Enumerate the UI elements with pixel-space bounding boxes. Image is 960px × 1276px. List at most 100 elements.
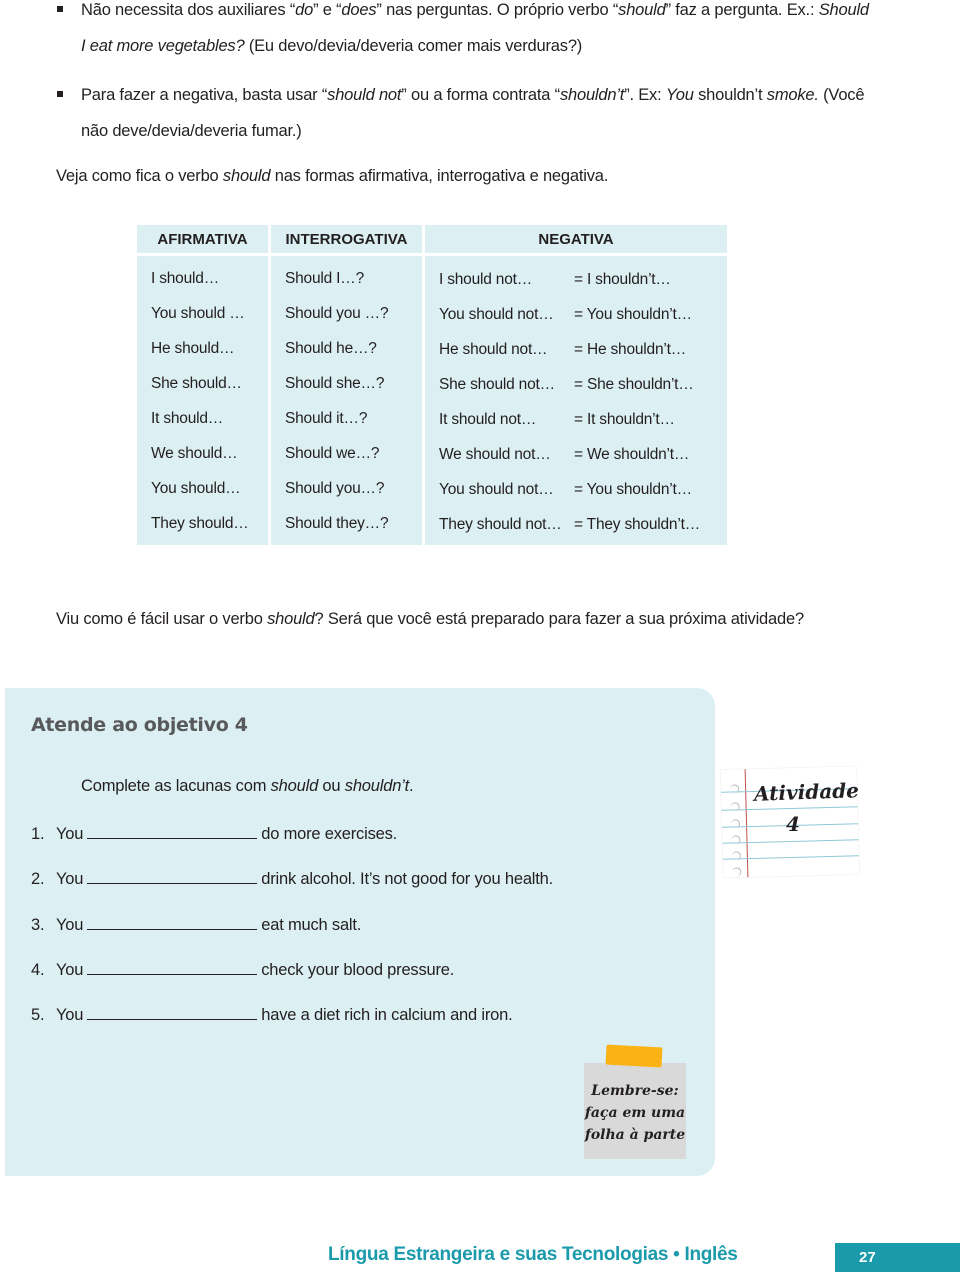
- cell-afirmativa: She should…: [151, 375, 242, 392]
- italic-text-run: smoke.: [766, 86, 819, 104]
- cell-afirmativa: We should…: [151, 445, 238, 462]
- italic-text-run: should: [267, 610, 315, 628]
- answer-blank[interactable]: [87, 822, 258, 839]
- exercise-item: 5. You have a diet rich in calcium and iro…: [31, 1003, 513, 1025]
- exercise-sentence-rest: do more exercises.: [261, 825, 398, 843]
- cell-negativa-contracted: = She shouldn’t…: [574, 376, 694, 393]
- bullet-icon: [57, 6, 63, 12]
- activity-badge-number: 4: [786, 812, 800, 836]
- cell-interrogativa: Should he…?: [285, 340, 377, 357]
- text-run: ” e “: [313, 1, 342, 19]
- cell-negativa: She should not…: [439, 376, 555, 393]
- cell-negativa-contracted: = He shouldn’t…: [574, 341, 687, 358]
- cell-afirmativa: They should…: [151, 515, 249, 532]
- bullet-1-line-2: I eat more vegetables? (Eu devo/devia/de…: [81, 36, 582, 56]
- reminder-text: Lembre-se: faça em uma folha à parte: [584, 1080, 686, 1146]
- exercise-number: 4.: [31, 961, 45, 979]
- activity-badge-title: Atividade: [753, 778, 860, 806]
- answer-blank[interactable]: [87, 913, 258, 930]
- cell-negativa: You should not…: [439, 306, 554, 323]
- exercise-subject: You: [56, 916, 84, 934]
- answer-blank[interactable]: [87, 1003, 258, 1020]
- italic-text-run: should: [618, 1, 666, 19]
- notebook-rule: [722, 855, 859, 860]
- page-number: 27: [859, 1249, 876, 1266]
- notebook-rule: [721, 806, 858, 811]
- italic-text-run: shouldn’t: [559, 86, 625, 104]
- cell-negativa-contracted: = You shouldn’t…: [574, 306, 692, 323]
- exercise-subject: You: [56, 961, 84, 979]
- cell-interrogativa: Should they…?: [285, 515, 389, 532]
- text-run: Para fazer a negativa, basta usar “: [81, 86, 328, 104]
- italic-text-run: Should: [818, 1, 869, 19]
- exercise-sentence-rest: drink alcohol. It’s not good for you hea…: [261, 870, 554, 888]
- exercise-item: 3. You eat much salt.: [31, 913, 361, 935]
- cell-negativa: We should not…: [439, 446, 551, 463]
- footer-subject: Língua Estrangeira e suas Tecnologias • …: [328, 1244, 738, 1265]
- exercise-item: 4. You check your blood pressure.: [31, 958, 454, 980]
- text-run: ” nas perguntas. O próprio verbo “: [376, 1, 619, 19]
- cell-negativa-contracted: = We shouldn’t…: [574, 446, 690, 463]
- italic-text-run: should: [222, 167, 271, 185]
- italic-text-run: does: [341, 1, 377, 19]
- text-run: ” ou a forma contrata “: [401, 86, 560, 104]
- text-run: ”. Ex:: [624, 86, 666, 104]
- text-run: ” faz a pergunta. Ex.:: [665, 1, 819, 19]
- exercise-number: 2.: [31, 870, 45, 888]
- reminder-line: Lembre-se:: [591, 1083, 679, 1099]
- cell-interrogativa: Should we…?: [285, 445, 380, 462]
- column-divider: [422, 225, 425, 545]
- header-divider: [137, 253, 727, 256]
- italic-text-run: I eat more vegetables?: [81, 37, 245, 55]
- cell-interrogativa: Should it…?: [285, 410, 368, 427]
- activity-title: Atende ao objetivo 4: [31, 714, 248, 736]
- exercise-sentence-rest: eat much salt.: [261, 916, 362, 934]
- answer-blank[interactable]: [87, 958, 258, 975]
- tape-icon: [605, 1044, 663, 1068]
- cell-afirmativa: It should…: [151, 410, 224, 427]
- reminder-line: faça em uma: [584, 1105, 686, 1121]
- cell-interrogativa: Should she…?: [285, 375, 385, 392]
- cell-afirmativa: I should…: [151, 270, 219, 287]
- exercise-sentence-rest: have a diet rich in calcium and iron.: [261, 1006, 513, 1024]
- exercise-number: 1.: [31, 825, 45, 843]
- column-divider: [268, 225, 271, 545]
- bullet-icon: [57, 91, 63, 97]
- text-run: Não necessita dos auxiliares “: [81, 1, 296, 19]
- exercise-subject: You: [56, 1006, 84, 1024]
- notebook-rule: [722, 839, 859, 844]
- cell-interrogativa: Should you …?: [285, 305, 389, 322]
- cell-afirmativa: He should…: [151, 340, 235, 357]
- text-run: ? Será que você está preparado para faze…: [314, 610, 804, 628]
- cell-interrogativa: Should you…?: [285, 480, 385, 497]
- cell-negativa: You should not…: [439, 481, 554, 498]
- text-run: (Eu devo/devia/deveria comer mais verdur…: [244, 37, 583, 55]
- text-run: não deve/devia/deveria fumar.): [81, 122, 302, 140]
- italic-text-run: should: [270, 777, 319, 795]
- header-interrogativa: INTERROGATIVA: [285, 231, 408, 248]
- exercise-sentence-rest: check your blood pressure.: [261, 961, 455, 979]
- text-run: (Você: [818, 86, 865, 104]
- answer-blank[interactable]: [87, 867, 258, 884]
- bullet-2-line-1: Para fazer a negativa, basta usar “shoul…: [81, 85, 865, 105]
- exercise-item: 2. You drink alcohol. It’s not good for yo…: [31, 867, 553, 889]
- notebook-ring: [732, 867, 742, 877]
- header-negativa: NEGATIVA: [538, 231, 614, 248]
- cell-negativa-contracted: = I shouldn’t…: [574, 271, 671, 288]
- text-run: shouldn’t: [693, 86, 767, 104]
- cell-negativa: It should not…: [439, 411, 537, 428]
- outro-paragraph: Viu como é fácil usar o verbo should? Se…: [56, 609, 804, 629]
- exercise-number: 3.: [31, 916, 45, 934]
- page-number-tab: [835, 1243, 960, 1272]
- exercise-number: 5.: [31, 1006, 45, 1024]
- italic-text-run: should not: [327, 86, 402, 104]
- text-run: Veja como fica o verbo: [56, 167, 223, 185]
- cell-negativa: He should not…: [439, 341, 548, 358]
- cell-negativa: I should not…: [439, 271, 533, 288]
- italic-text-run: do: [295, 1, 314, 19]
- exercise-subject: You: [56, 870, 84, 888]
- italic-text-run: shouldn’t: [344, 777, 410, 795]
- notebook-margin-line: [744, 769, 749, 878]
- cell-negativa-contracted: = It shouldn’t…: [574, 411, 675, 428]
- activity-instruction: Complete as lacunas com should ou should…: [81, 776, 414, 796]
